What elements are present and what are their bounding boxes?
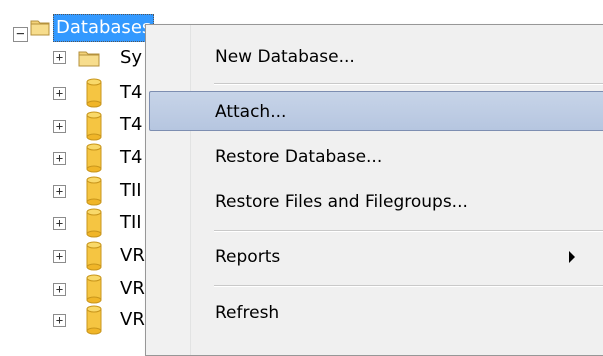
tree-item-label[interactable]: TII [120,180,142,201]
expand-toggle[interactable]: + [53,283,66,296]
database-icon [86,274,102,304]
menu-item-reports[interactable]: Reports [149,237,603,277]
tree-item-label[interactable]: T4 [120,114,142,135]
submenu-arrow-icon [569,251,575,263]
database-icon [86,241,102,271]
menu-separator [214,83,603,85]
expand-toggle[interactable]: + [53,87,66,100]
expand-toggle[interactable]: + [53,51,66,64]
expand-toggle[interactable]: + [53,217,66,230]
expand-toggle[interactable]: + [53,120,66,133]
tree-item-label[interactable]: T4 [120,147,142,168]
tree-item-label[interactable]: TII [120,212,142,233]
menu-separator [214,230,603,232]
tree-item-label[interactable]: Sy [120,47,142,68]
menu-item-attach[interactable]: Attach... [149,91,603,131]
expand-toggle[interactable]: + [53,314,66,327]
folder-icon [30,20,50,36]
database-icon [86,143,102,173]
tree-item-label[interactable]: VR [120,309,145,330]
database-icon [86,78,102,108]
expand-toggle[interactable]: + [53,185,66,198]
menu-item-restore-files-filegroups[interactable]: Restore Files and Filegroups... [149,182,603,222]
menu-item-label: Reports [215,247,281,267]
menu-separator [214,285,603,287]
expand-toggle[interactable]: + [53,152,66,165]
menu-item-label: Restore Files and Filegroups... [215,192,468,212]
database-icon [86,208,102,238]
database-icon [86,111,102,141]
databases-node[interactable]: Databases [53,14,155,42]
menu-item-label: Refresh [215,303,280,323]
collapse-toggle[interactable]: − [13,27,28,42]
menu-item-label: Restore Database... [215,147,383,167]
tree-item-label[interactable]: T4 [120,82,142,103]
menu-item-label: Attach... [215,102,287,122]
expand-toggle[interactable]: + [53,250,66,263]
menu-item-new-database[interactable]: New Database... [149,37,603,77]
database-icon [86,176,102,206]
menu-item-label: New Database... [215,47,355,67]
tree-item-label[interactable]: VR [120,245,145,266]
context-menu: New Database... Attach... Restore Databa… [145,24,603,356]
database-icon [86,305,102,335]
tree-item-label[interactable]: VR [120,278,145,299]
menu-item-refresh[interactable]: Refresh [149,293,603,333]
folder-icon [78,51,100,67]
menu-item-restore-database[interactable]: Restore Database... [149,137,603,177]
